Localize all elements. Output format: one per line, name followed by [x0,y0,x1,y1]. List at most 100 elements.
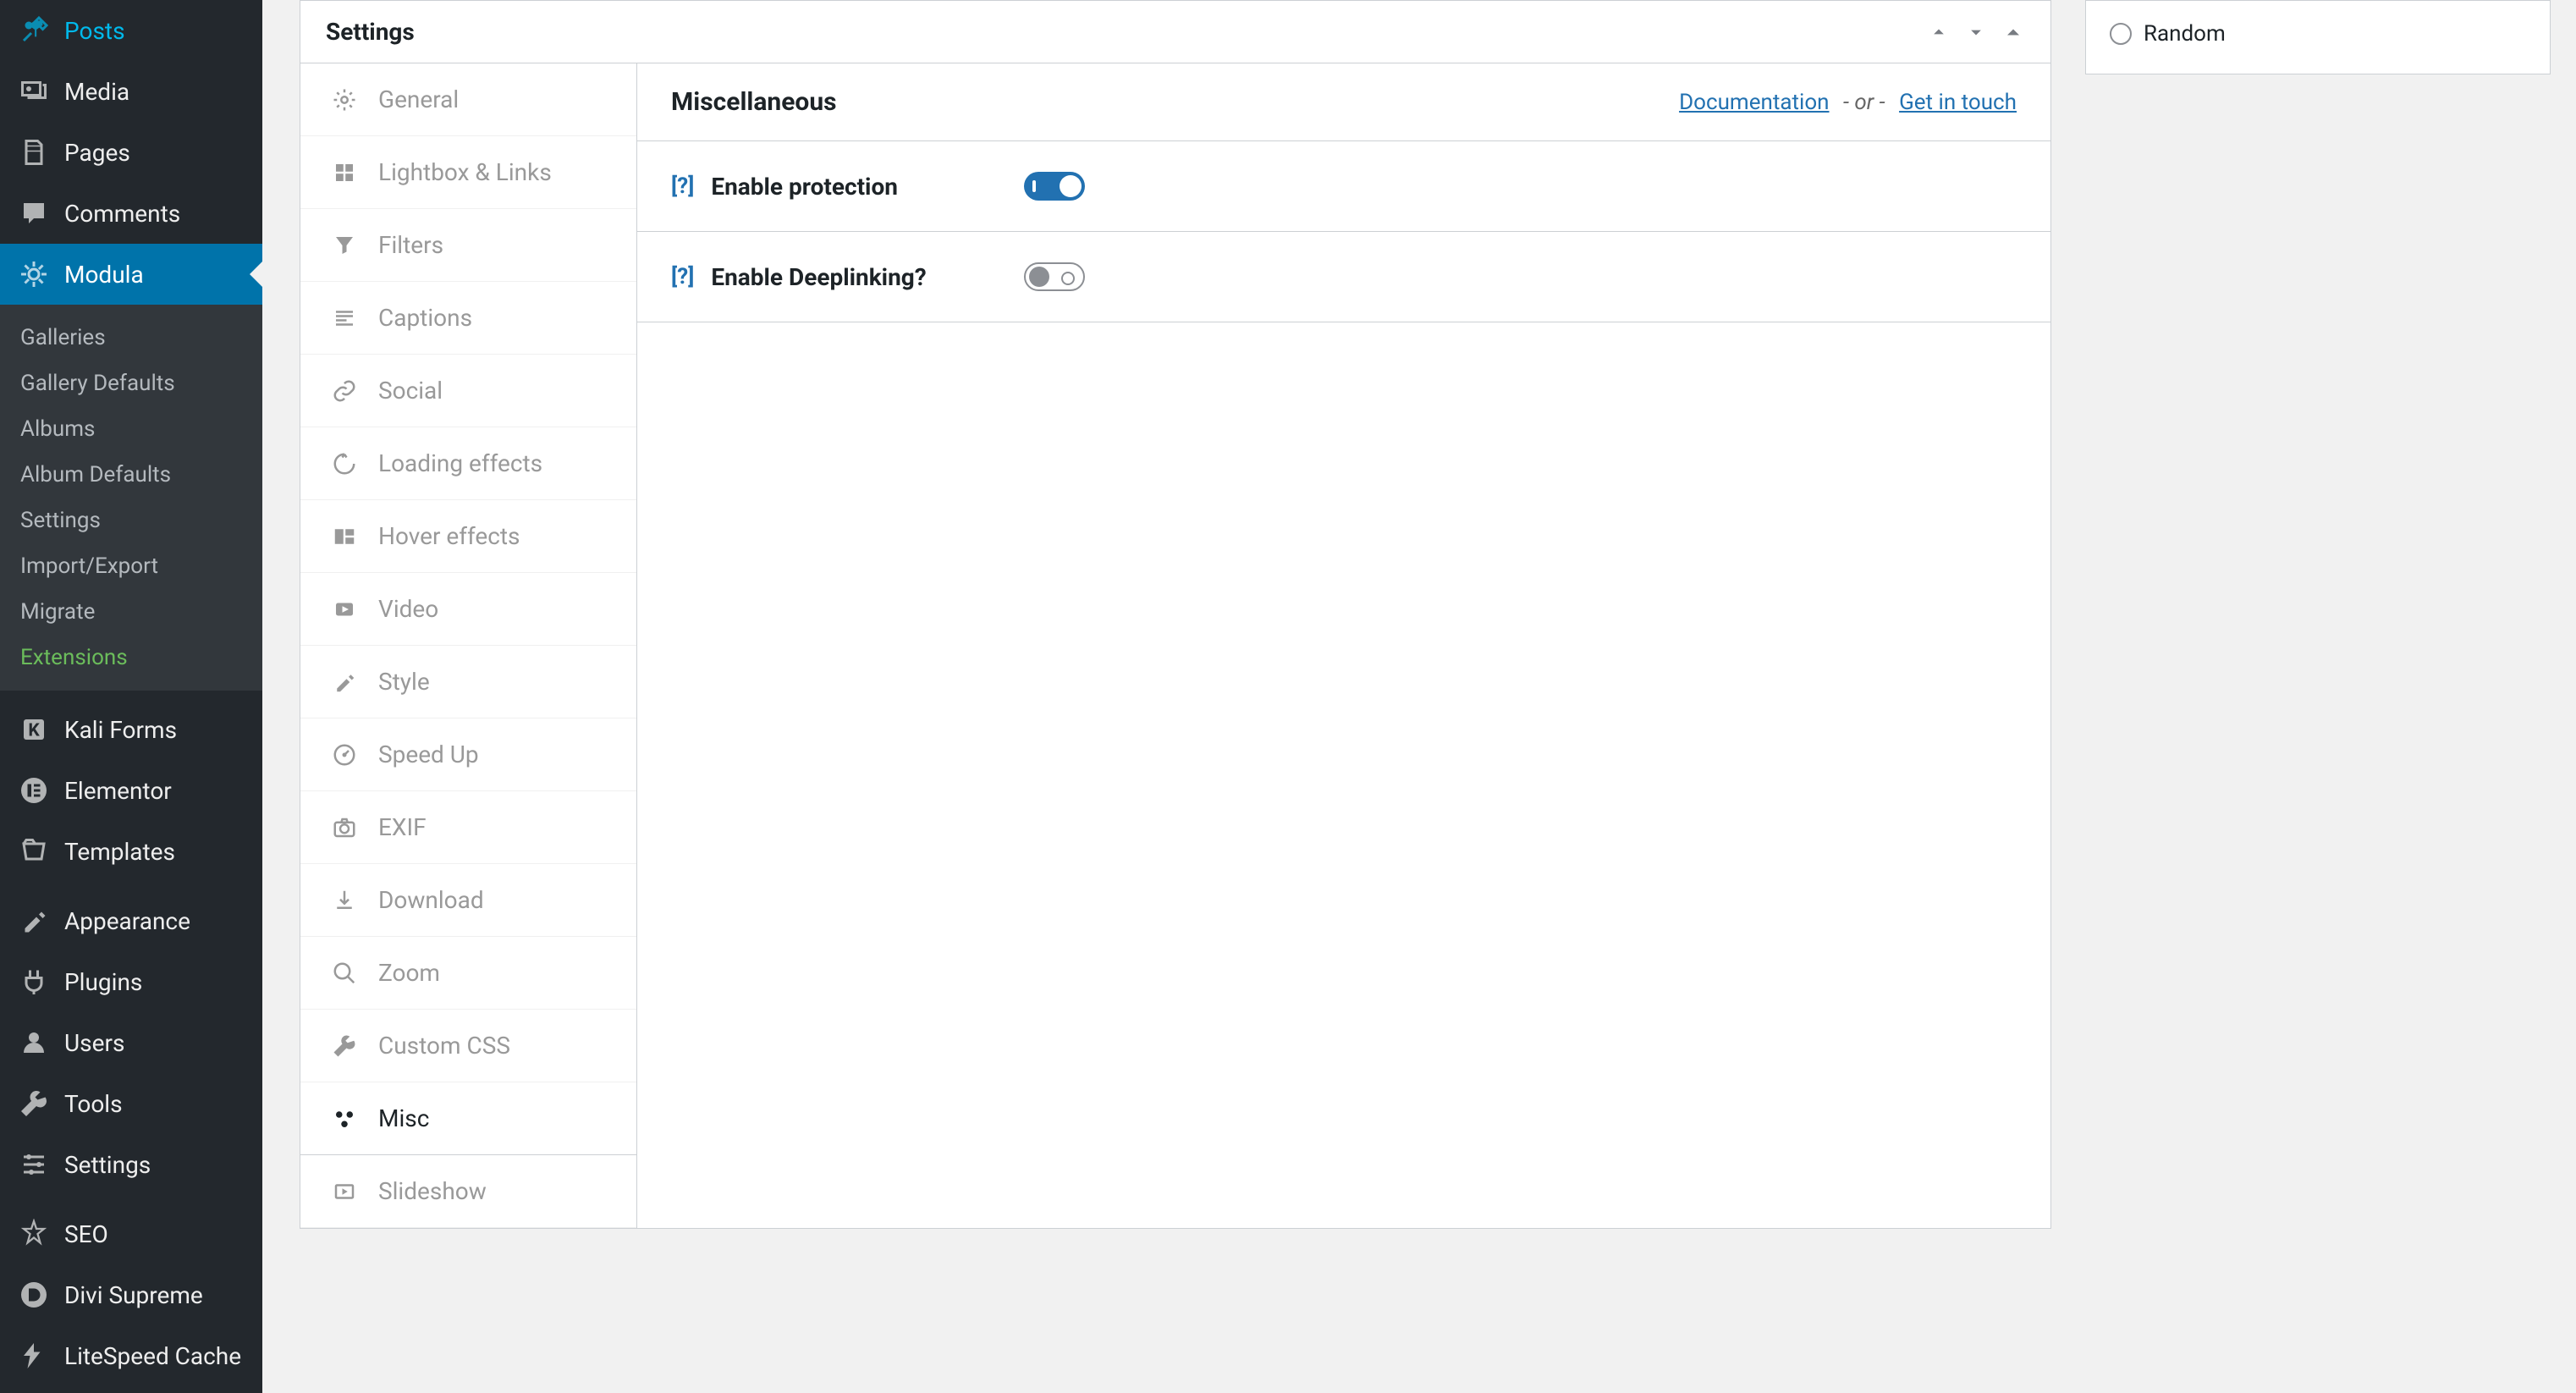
plugins-icon [17,965,51,999]
wp-menu-label: Templates [64,838,175,866]
settings-tab-style[interactable]: Style [300,646,636,719]
wp-menu-label: Pages [64,139,130,167]
wp-menu-label: Modula [64,261,144,289]
settings-tab-download[interactable]: Download [300,864,636,937]
settings-tab-exif[interactable]: EXIF [300,791,636,864]
settings-panel: Settings General Lightbox & Links Filter… [300,0,2051,1229]
appearance-icon [17,904,51,938]
page-icon [17,135,51,169]
settings-tab-slideshow[interactable]: Slideshow [300,1155,636,1228]
wp-submenu-galleries[interactable]: Galleries [0,315,262,361]
toggle-enable-deeplinking-[interactable] [1024,262,1085,291]
option-label: Enable protection [711,173,1007,201]
help-link[interactable]: [?] [671,173,694,199]
wp-submenu-extensions[interactable]: Extensions [0,635,262,680]
caret-up-icon[interactable] [2001,20,2025,44]
wp-menu-pages[interactable]: Pages [0,122,262,183]
wp-menu-label: Appearance [64,907,190,935]
wp-submenu-import-export[interactable]: Import/Export [0,543,262,589]
wp-menu-users[interactable]: Users [0,1012,262,1073]
settings-tab-video[interactable]: Video [300,573,636,646]
radio-icon [2110,23,2132,45]
option-label: Enable Deeplinking? [711,263,1007,291]
panel-controls [1927,20,2025,44]
settings-tab-custom-css[interactable]: Custom CSS [300,1010,636,1082]
wp-menu-divi-supreme[interactable]: Divi Supreme [0,1264,262,1325]
seo-icon [17,1217,51,1251]
option-row-0: [?] Enable protection [637,141,2050,232]
wp-menu-elementor[interactable]: Elementor [0,760,262,821]
media-icon [17,74,51,108]
radio-option-random[interactable]: Random [2110,18,2526,50]
settings-tab-misc[interactable]: Misc [300,1082,636,1155]
style-icon [331,669,358,696]
comment-icon [17,196,51,230]
settings-tab-label: Speed Up [378,741,479,768]
settings-tab-label: Captions [378,304,472,332]
wp-menu-plugins[interactable]: Plugins [0,951,262,1012]
help-link[interactable]: [?] [671,264,694,289]
wp-menu-label: Elementor [64,777,172,805]
wrench-icon [331,1032,358,1060]
documentation-link[interactable]: Documentation [1679,90,1829,115]
settings-tab-filters[interactable]: Filters [300,209,636,282]
users-icon [17,1026,51,1060]
wp-menu-label: Comments [64,200,180,228]
right-meta-box: Random [2085,0,2551,74]
slideshow-icon [331,1178,358,1205]
divi-icon [17,1278,51,1312]
wp-menu-media[interactable]: Media [0,61,262,122]
settings-tab-label: Zoom [378,959,440,987]
wp-menu-label: Kali Forms [64,716,177,744]
camera-icon [331,814,358,841]
settings-tab-general[interactable]: General [300,63,636,136]
download-icon [331,887,358,914]
wp-submenu-settings[interactable]: Settings [0,498,262,543]
wp-submenu-album-defaults[interactable]: Album Defaults [0,452,262,498]
wp-menu-tools[interactable]: Tools [0,1073,262,1134]
chevron-down-icon[interactable] [1964,20,1988,44]
settings-tab-label: Slideshow [378,1177,487,1205]
pin-icon [17,14,51,47]
settings-tab-zoom[interactable]: Zoom [300,937,636,1010]
settings-tab-loading-effects[interactable]: Loading effects [300,427,636,500]
lightbox-icon [331,159,358,186]
k-icon: K [17,713,51,746]
settings-tab-hover-effects[interactable]: Hover effects [300,500,636,573]
settings-tab-lightbox-links[interactable]: Lightbox & Links [300,136,636,209]
settings-tab-social[interactable]: Social [300,355,636,427]
contact-link[interactable]: Get in touch [1899,90,2017,115]
svg-text:K: K [28,721,40,741]
settings-tab-label: Hover effects [378,522,520,550]
wp-menu-kali-forms[interactable]: K Kali Forms [0,699,262,760]
settings-tabs: General Lightbox & Links Filters Caption… [300,63,637,1228]
wp-menu-modula[interactable]: Modula [0,244,262,305]
settings-tab-captions[interactable]: Captions [300,282,636,355]
radio-label: Random [2144,21,2226,47]
toggle-enable-protection[interactable] [1024,172,1085,201]
settings-tab-label: Misc [378,1104,429,1132]
wp-menu-appearance[interactable]: Appearance [0,890,262,951]
wp-menu-templates[interactable]: Templates [0,821,262,882]
wp-submenu-albums[interactable]: Albums [0,406,262,452]
option-row-1: [?] Enable Deeplinking? [637,232,2050,322]
modula-icon [17,257,51,291]
wp-menu-litespeed-cache[interactable]: LiteSpeed Cache [0,1325,262,1386]
settings-tab-label: General [378,85,459,113]
wp-menu-label: Plugins [64,968,142,996]
wp-menu-label: Users [64,1029,124,1057]
wp-menu-posts[interactable]: Posts [0,0,262,61]
settings-tab-speed-up[interactable]: Speed Up [300,719,636,791]
wp-menu-label: Settings [64,1151,151,1179]
zoom-icon [331,960,358,987]
wp-menu-label: Divi Supreme [64,1281,203,1309]
wp-menu-comments[interactable]: Comments [0,183,262,244]
settings-tab-label: Style [378,668,430,696]
filter-icon [331,232,358,259]
wp-menu-settings[interactable]: Settings [0,1134,262,1195]
wp-submenu-gallery-defaults[interactable]: Gallery Defaults [0,361,262,406]
gear-icon [331,86,358,113]
chevron-up-icon[interactable] [1927,20,1951,44]
wp-submenu-migrate[interactable]: Migrate [0,589,262,635]
wp-menu-seo[interactable]: SEO [0,1203,262,1264]
